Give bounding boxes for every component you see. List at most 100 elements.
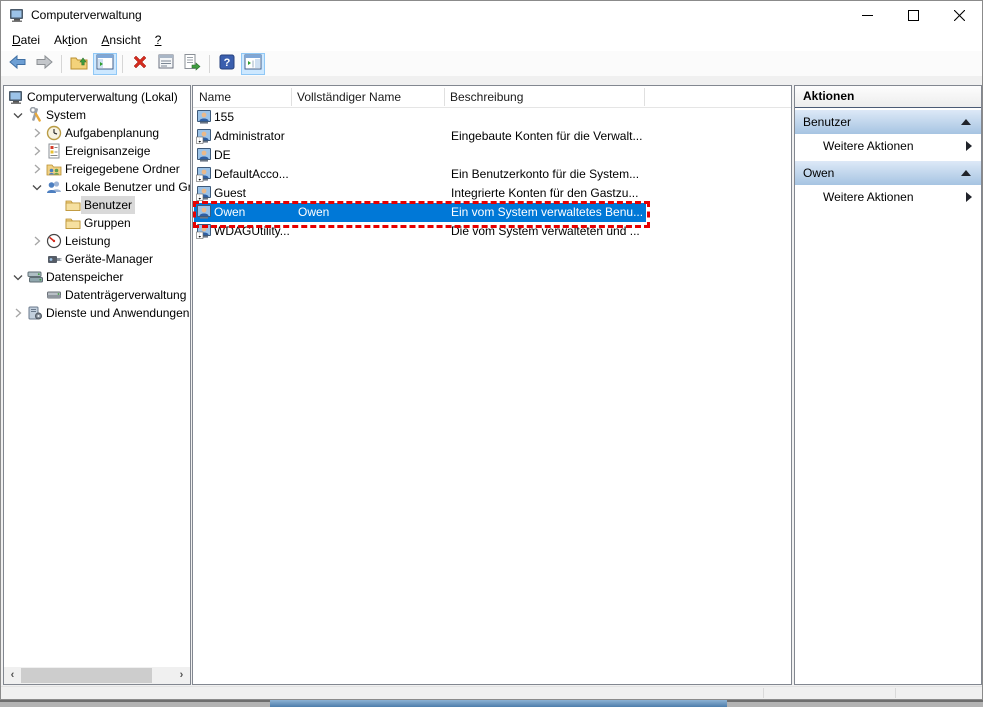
action-item-weitere-aktionen[interactable]: Weitere Aktionen: [795, 134, 981, 159]
up-folder-button[interactable]: [67, 53, 91, 75]
folder-icon: [65, 197, 81, 213]
taskbar-sliver: [0, 700, 983, 707]
tree-item-label: System: [46, 108, 87, 122]
tree-horizontal-scrollbar[interactable]: ‹ ›: [4, 667, 190, 684]
tree-item-dienste-und-anwendungen[interactable]: Dienste und Anwendungen: [4, 304, 190, 322]
user-row-155[interactable]: 155: [193, 108, 791, 127]
properties-button[interactable]: [154, 53, 178, 75]
scrollbar-thumb[interactable]: [21, 668, 152, 683]
tree-item-label: Datenträgerverwaltung: [65, 288, 187, 302]
task-scheduler-icon: [46, 125, 62, 141]
console-tree-button[interactable]: [93, 52, 117, 75]
window-title: Computerverwaltung: [31, 8, 142, 22]
column-header-description[interactable]: Beschreibung: [444, 86, 644, 108]
menu-item-datei[interactable]: Datei: [5, 30, 47, 50]
tree-item-gruppen[interactable]: Gruppen: [4, 214, 190, 232]
action-section-header-owen[interactable]: Owen: [795, 161, 981, 185]
tree-item-system[interactable]: System: [4, 106, 190, 124]
chevron-down-icon[interactable]: [10, 107, 26, 123]
action-pane-button[interactable]: [241, 52, 265, 75]
services-icon: [27, 305, 43, 321]
cell-name: Administrator: [214, 129, 285, 143]
tree-item-ereignisanzeige[interactable]: Ereignisanzeige: [4, 142, 190, 160]
user-row-defaultacco[interactable]: DefaultAcco... Ein Benutzerkonto für die …: [193, 165, 791, 184]
user-icon: [196, 109, 212, 125]
tree-item-ger-te-manager[interactable]: Geräte-Manager: [4, 250, 190, 268]
submenu-arrow-icon: [966, 192, 972, 202]
back-button[interactable]: [6, 53, 30, 75]
tree-item-aufgabenplanung[interactable]: Aufgabenplanung: [4, 124, 190, 142]
help-button[interactable]: ?: [215, 53, 239, 75]
maximize-button[interactable]: [890, 1, 936, 29]
chevron-down-icon[interactable]: [29, 179, 45, 195]
action-item-weitere-aktionen[interactable]: Weitere Aktionen: [795, 185, 981, 210]
storage-icon: [27, 269, 43, 285]
submenu-arrow-icon: [966, 141, 972, 151]
computer-icon: [8, 89, 24, 105]
tree-item-leistung[interactable]: Leistung: [4, 232, 190, 250]
user-row-owen[interactable]: Owen Owen Ein vom System verwaltetes Benu.…: [193, 203, 791, 222]
forward-button[interactable]: [32, 53, 56, 75]
cell-full-name: Owen: [298, 205, 330, 219]
collapse-icon[interactable]: [961, 170, 971, 176]
menu-item-hilfe[interactable]: ?: [148, 30, 169, 50]
minimize-button[interactable]: [844, 1, 890, 29]
chevron-down-icon[interactable]: [10, 269, 26, 285]
toolbar-gap: [1, 77, 982, 85]
cell-name: DE: [214, 148, 231, 162]
user-disabled-icon: [196, 166, 212, 182]
delete-button[interactable]: [128, 53, 152, 75]
action-section-header-benutzer[interactable]: Benutzer: [795, 110, 981, 134]
export-list-button[interactable]: [180, 53, 204, 75]
actions-panel: Aktionen Benutzer Weitere Aktionen Owen Wei…: [794, 85, 982, 685]
column-header-name[interactable]: Name: [193, 86, 291, 108]
tree-item-label: Geräte-Manager: [65, 252, 154, 266]
menu-item-aktion[interactable]: Aktion: [47, 30, 94, 50]
scroll-left-icon[interactable]: ‹: [4, 667, 21, 684]
up-folder-icon: [69, 52, 89, 75]
svg-text:?: ?: [224, 57, 231, 69]
column-header-full-name[interactable]: Vollständiger Name: [291, 86, 444, 108]
user-row-wdagutility[interactable]: WDAGUtility... Die vom System verwalteten…: [193, 222, 791, 241]
chevron-right-icon[interactable]: [29, 233, 45, 249]
column-divider[interactable]: [291, 88, 292, 106]
column-divider[interactable]: [644, 88, 645, 106]
tree-item-benutzer[interactable]: Benutzer: [4, 196, 190, 214]
taskbar-sliver-highlight: [270, 700, 727, 707]
cell-description: Ein Benutzerkonto für die System...: [451, 167, 640, 181]
console-tree-panel: Computerverwaltung (Lokal) System Aufgaben…: [3, 85, 191, 685]
chevron-right-icon[interactable]: [29, 125, 45, 141]
user-row-administrator[interactable]: Administrator Eingebaute Konten für die V…: [193, 127, 791, 146]
tree-item-label: Benutzer: [81, 196, 136, 214]
cell-description: Ein vom System verwaltetes Benu...: [451, 205, 643, 219]
tree-item-datentr-gerverwaltung[interactable]: Datenträgerverwaltung: [4, 286, 190, 304]
tree-item-lokale-benutzer-und-gruppen[interactable]: Lokale Benutzer und Gruppen: [4, 178, 190, 196]
forward-icon: [34, 52, 54, 75]
action-pane-icon: [244, 53, 262, 74]
chevron-right-icon[interactable]: [29, 161, 45, 177]
user-row-de[interactable]: DE: [193, 146, 791, 165]
tree-item-datenspeicher[interactable]: Datenspeicher: [4, 268, 190, 286]
close-button[interactable]: [936, 1, 982, 29]
chevron-right-icon[interactable]: [10, 305, 26, 321]
tree-item-computerverwaltung-lokal[interactable]: Computerverwaltung (Lokal): [4, 88, 190, 106]
user-row-guest[interactable]: Guest Integrierte Konten für den Gastzu..…: [193, 184, 791, 203]
local-users-icon: [46, 179, 62, 195]
collapse-icon[interactable]: [961, 119, 971, 125]
disk-management-icon: [46, 287, 62, 303]
help-icon: ?: [218, 53, 236, 74]
back-icon: [8, 52, 28, 75]
action-section-benutzer: Benutzer Weitere Aktionen: [795, 110, 981, 159]
cell-name: 155: [214, 110, 235, 124]
scroll-right-icon[interactable]: ›: [173, 667, 190, 684]
user-disabled-icon: [196, 185, 212, 201]
column-divider[interactable]: [444, 88, 445, 106]
chevron-right-icon[interactable]: [29, 143, 45, 159]
event-viewer-icon: [46, 143, 62, 159]
tree-item-freigegebene-ordner[interactable]: Freigegebene Ordner: [4, 160, 190, 178]
tree-item-label: Datenspeicher: [46, 270, 124, 284]
menu-item-ansicht[interactable]: Ansicht: [94, 30, 147, 50]
tree-item-label: Computerverwaltung (Lokal): [27, 90, 178, 104]
tree-item-label: Lokale Benutzer und Gruppen: [65, 180, 190, 194]
menubar: Datei Aktion Ansicht?: [1, 29, 982, 51]
